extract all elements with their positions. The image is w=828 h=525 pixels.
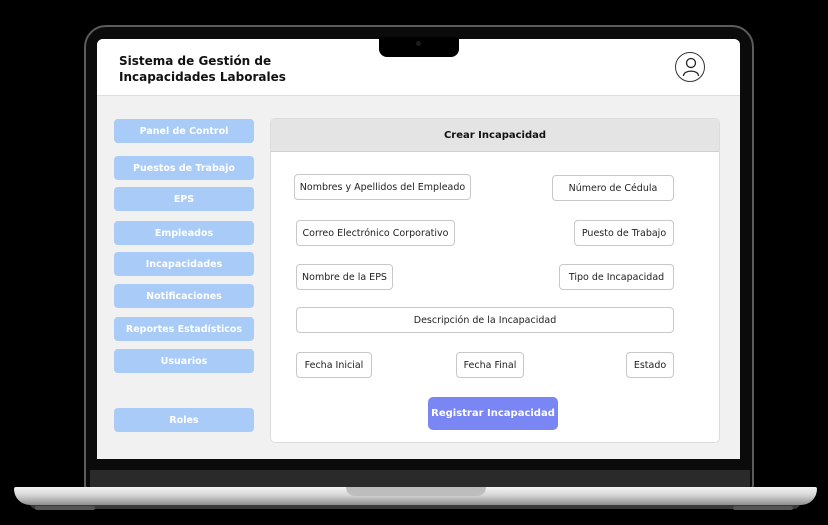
sidebar-item-roles[interactable]: Roles xyxy=(114,408,254,432)
laptop-opening-groove xyxy=(346,487,486,496)
laptop-foot-left xyxy=(35,506,95,510)
user-icon xyxy=(682,57,700,77)
sidebar-item-puestos-de-trabajo[interactable]: Puestos de Trabajo xyxy=(114,156,254,180)
sidebar-item-empleados[interactable]: Empleados xyxy=(114,221,254,245)
incapacity-type-field[interactable]: Tipo de Incapacidad xyxy=(559,264,674,290)
camera-notch xyxy=(379,37,459,57)
user-avatar-button[interactable] xyxy=(675,52,705,82)
sidebar-item-incapacidades[interactable]: Incapacidades xyxy=(114,252,254,276)
camera-icon xyxy=(416,41,421,46)
end-date-field[interactable]: Fecha Final xyxy=(456,352,524,378)
sidebar-item-notificaciones[interactable]: Notificaciones xyxy=(114,284,254,308)
description-field[interactable]: Descripción de la Incapacidad xyxy=(296,307,674,333)
employee-name-field[interactable]: Nombres y Apellidos del Empleado xyxy=(294,174,471,200)
sidebar-item-reportes-estadisticos[interactable]: Reportes Estadísticos xyxy=(114,317,254,341)
app-title-line-1: Sistema de Gestión de xyxy=(119,54,272,68)
sidebar-item-eps[interactable]: EPS xyxy=(114,187,254,211)
app-screen: Sistema de Gestión de Incapacidades Labo… xyxy=(97,39,740,459)
eps-name-field[interactable]: Nombre de la EPS xyxy=(296,264,393,290)
sidebar-item-usuarios[interactable]: Usuarios xyxy=(114,349,254,373)
status-field[interactable]: Estado xyxy=(626,352,674,378)
panel-title: Crear Incapacidad xyxy=(271,119,719,152)
start-date-field[interactable]: Fecha Inicial xyxy=(296,352,372,378)
app-title: Sistema de Gestión de Incapacidades Labo… xyxy=(119,53,286,85)
create-incapacity-panel: Crear Incapacidad Nombres y Apellidos de… xyxy=(270,118,720,443)
sidebar-item-panel-de-control[interactable]: Panel de Control xyxy=(114,119,254,143)
id-number-field[interactable]: Número de Cédula xyxy=(552,175,674,201)
app-title-line-2: Incapacidades Laborales xyxy=(119,70,286,84)
register-incapacity-button[interactable]: Registrar Incapacidad xyxy=(428,397,558,430)
job-position-field[interactable]: Puesto de Trabajo xyxy=(574,220,674,246)
email-field[interactable]: Correo Electrónico Corporativo xyxy=(296,220,455,246)
laptop-foot-right xyxy=(733,506,793,510)
